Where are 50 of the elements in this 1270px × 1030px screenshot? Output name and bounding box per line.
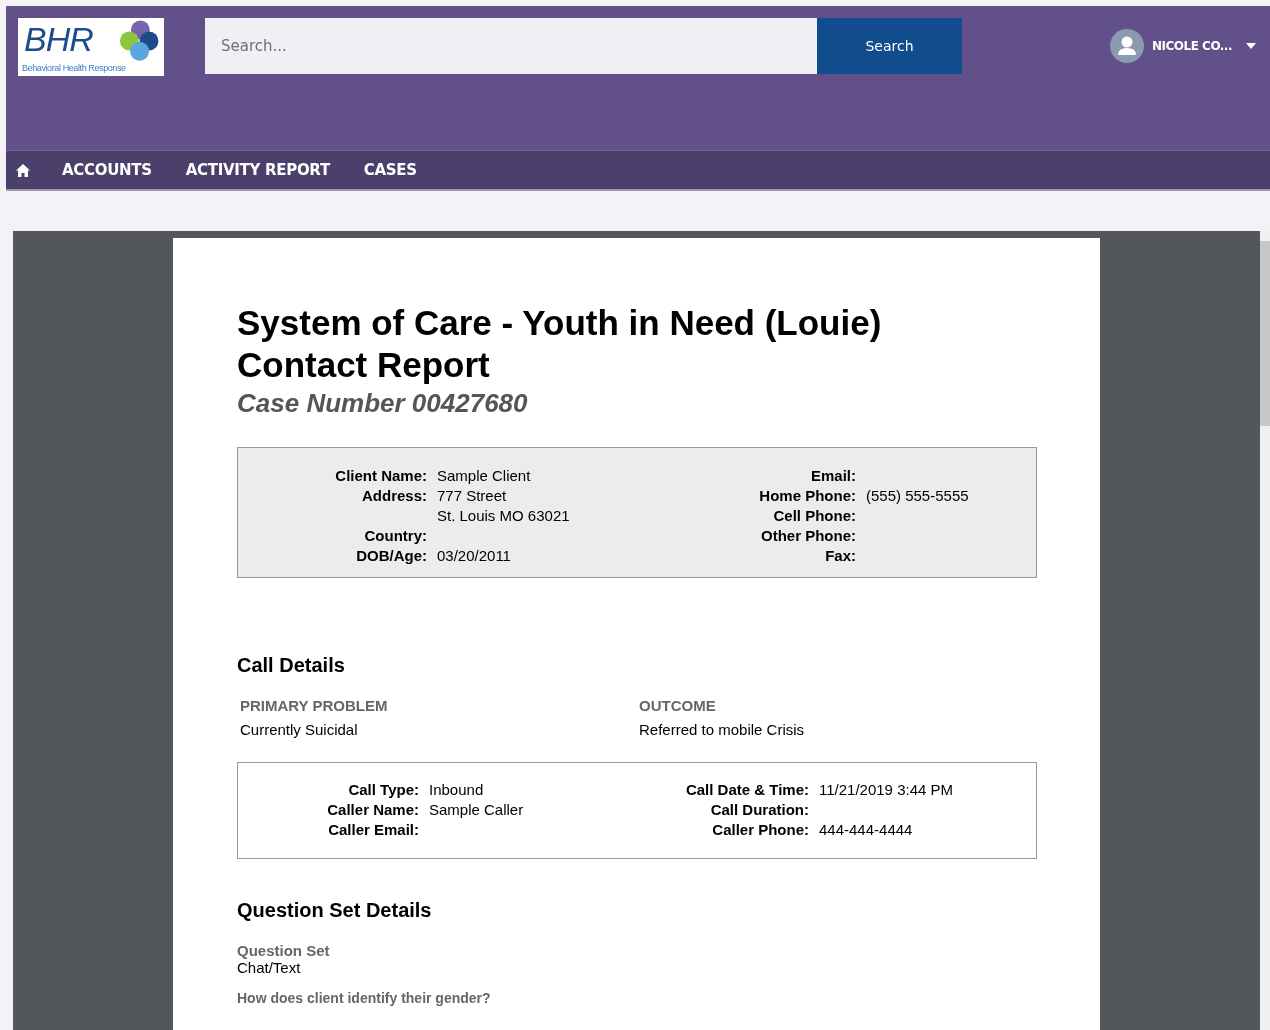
field-value: Sample Caller	[429, 801, 525, 818]
field-label: Client Name:	[334, 467, 427, 484]
field-label: Call Date & Time:	[684, 781, 809, 798]
field-label: Caller Name:	[326, 801, 419, 818]
search-button[interactable]: Search	[817, 18, 962, 74]
field-label: OUTCOME	[639, 697, 717, 714]
field-value: Currently Suicidal	[240, 721, 359, 738]
field-label: Caller Phone:	[711, 821, 809, 838]
field-label: Address:	[360, 487, 427, 506]
field-value: 777 Street	[437, 487, 508, 504]
field-label: Question Set	[237, 942, 330, 959]
nav-link[interactable]: CASES	[363, 161, 417, 179]
case-number: Case Number 00427680	[237, 388, 528, 419]
field-label: Other Phone:	[760, 527, 856, 544]
logo-tagline: Behavioral Health Response	[22, 63, 126, 73]
scrollbar[interactable]	[1260, 231, 1270, 1030]
field-label: PRIMARY PROBLEM	[240, 697, 389, 714]
field-value: Referred to mobile Crisis	[639, 721, 806, 738]
field-label: Call Type:	[347, 781, 419, 798]
section-heading: Call Details	[237, 654, 345, 677]
question-label: How does client identify their gender?	[237, 990, 491, 1006]
field-label: Home Phone:	[758, 487, 856, 504]
field-label: Cell Phone:	[772, 507, 856, 524]
field-value: 444-444-4444	[819, 821, 914, 838]
field-value: Sample Client	[437, 467, 532, 484]
logo-text: BHR	[24, 20, 93, 59]
nav-link[interactable]: ACTIVITY REPORT	[185, 161, 330, 179]
field-value: 03/20/2011	[437, 547, 512, 564]
caret-icon[interactable]	[1246, 43, 1256, 49]
field-label: Fax:	[824, 547, 856, 564]
section-heading: Question Set Details	[237, 899, 432, 922]
home-icon[interactable]	[16, 163, 30, 177]
field-value: Chat/Text	[237, 959, 301, 976]
nav-link[interactable]: ACCOUNTS	[62, 161, 152, 179]
avatar-icon[interactable]	[1110, 29, 1145, 63]
field-label: Country:	[363, 527, 427, 544]
scrollbar-thumb[interactable]	[1260, 241, 1270, 426]
report-title: System of Care - Youth in Need (Louie)	[237, 302, 882, 344]
search-field[interactable]: Search...	[205, 18, 817, 74]
field-label: DOB/Age:	[355, 547, 427, 564]
field-label: Caller Email:	[327, 821, 419, 838]
field-label: Email:	[810, 467, 856, 484]
field-value: (555) 555-5555	[866, 487, 970, 504]
field-value: Inbound	[429, 781, 485, 798]
report-title: Contact Report	[237, 344, 490, 386]
field-value: St. Louis MO 63021	[437, 507, 571, 524]
field-value: 11/21/2019 3:44 PM	[819, 781, 954, 798]
field-label: Call Duration:	[709, 801, 809, 818]
logo[interactable]: BHR Behavioral Health Response	[18, 18, 164, 76]
user-name[interactable]: NICOLE CO...	[1152, 39, 1232, 53]
